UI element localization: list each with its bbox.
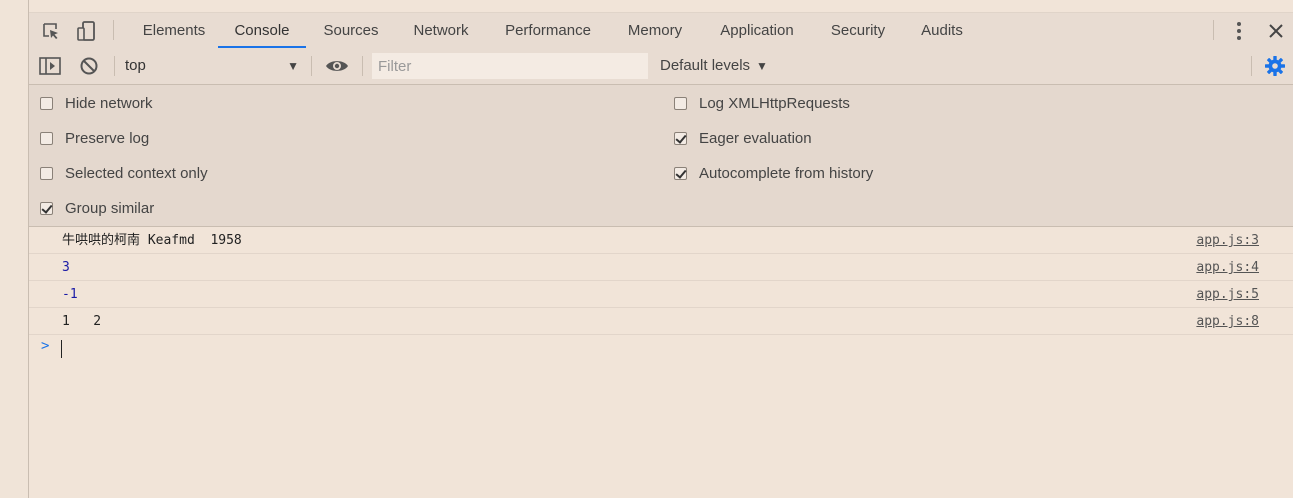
more-options-icon[interactable] xyxy=(1227,19,1251,43)
log-levels-dropdown[interactable]: Default levels ▼ xyxy=(660,54,768,78)
tab-bar-separator xyxy=(1213,20,1214,40)
dropdown-arrow-icon: ▼ xyxy=(287,59,299,73)
tab-elements[interactable]: Elements xyxy=(137,13,211,48)
toolbar-separator xyxy=(311,56,312,76)
console-settings-gear-icon[interactable] xyxy=(1263,54,1287,78)
option-log-xmlhttprequests[interactable]: Log XMLHttpRequests xyxy=(674,93,850,113)
log-levels-label: Default levels xyxy=(660,57,751,74)
console-message: 1 2 app.js:8 xyxy=(29,308,1293,335)
toolbar-separator xyxy=(114,56,115,76)
tab-audits[interactable]: Audits xyxy=(915,13,969,48)
console-settings-pane: Hide network Preserve log Selected conte… xyxy=(29,85,1293,227)
option-autocomplete-from-history[interactable]: Autocomplete from history xyxy=(674,163,873,183)
devtools-tab-bar: Elements Console Sources Network Perform… xyxy=(29,12,1293,49)
option-label: Hide network xyxy=(65,94,153,112)
option-group-similar[interactable]: Group similar xyxy=(40,198,154,218)
option-label: Selected context only xyxy=(65,164,208,182)
dropdown-arrow-icon: ▼ xyxy=(756,59,768,73)
option-label: Group similar xyxy=(65,199,155,217)
console-message: 牛哄哄的柯南 Keafmd 1958 app.js:3 xyxy=(29,227,1293,254)
devtools-panel: Elements Console Sources Network Perform… xyxy=(29,0,1293,498)
tab-memory[interactable]: Memory xyxy=(622,13,688,48)
hide-network-checkbox[interactable] xyxy=(40,96,53,110)
message-source-link[interactable]: app.js:8 xyxy=(1196,308,1259,335)
context-selector[interactable]: top ▼ xyxy=(125,54,303,78)
message-text: -1 xyxy=(62,287,78,302)
toolbar-separator xyxy=(362,56,363,76)
page-left-strip xyxy=(0,0,29,498)
option-preserve-log[interactable]: Preserve log xyxy=(40,128,149,148)
preserve-log-checkbox[interactable] xyxy=(40,131,53,145)
text-caret xyxy=(61,340,62,358)
option-label: Preserve log xyxy=(65,129,150,147)
console-messages: 牛哄哄的柯南 Keafmd 1958 app.js:3 3 app.js:4 -… xyxy=(29,227,1293,361)
tab-performance[interactable]: Performance xyxy=(500,13,596,48)
option-selected-context-only[interactable]: Selected context only xyxy=(40,163,208,183)
message-text: 1 2 xyxy=(62,314,102,329)
close-icon[interactable] xyxy=(1264,19,1288,43)
show-sidebar-icon[interactable] xyxy=(38,54,62,78)
tab-console[interactable]: Console xyxy=(218,13,306,48)
tab-sources[interactable]: Sources xyxy=(319,13,383,48)
console-toolbar: top ▼ Default levels ▼ xyxy=(29,48,1293,85)
live-expression-eye-icon[interactable] xyxy=(325,54,349,78)
tab-network[interactable]: Network xyxy=(407,13,475,48)
device-toolbar-icon[interactable] xyxy=(75,19,99,43)
option-eager-evaluation[interactable]: Eager evaluation xyxy=(674,128,812,148)
context-value: top xyxy=(125,57,146,74)
tab-security[interactable]: Security xyxy=(827,13,889,48)
tab-bar-separator xyxy=(113,20,114,40)
autocomplete-from-history-checkbox[interactable] xyxy=(674,166,687,180)
message-source-link[interactable]: app.js:4 xyxy=(1196,254,1259,281)
tab-application[interactable]: Application xyxy=(714,13,800,48)
console-prompt[interactable]: > xyxy=(29,335,1293,361)
option-label: Log XMLHttpRequests xyxy=(699,94,850,112)
prompt-chevron-icon: > xyxy=(41,338,50,354)
clear-console-icon[interactable] xyxy=(77,54,101,78)
inspect-element-icon[interactable] xyxy=(39,19,63,43)
option-hide-network[interactable]: Hide network xyxy=(40,93,153,113)
selected-context-only-checkbox[interactable] xyxy=(40,166,53,180)
toolbar-separator xyxy=(1251,56,1252,76)
option-label: Autocomplete from history xyxy=(699,164,874,182)
console-message: -1 app.js:5 xyxy=(29,281,1293,308)
filter-input[interactable] xyxy=(372,53,648,79)
group-similar-checkbox[interactable] xyxy=(40,201,53,215)
message-text: 牛哄哄的柯南 Keafmd 1958 xyxy=(62,233,242,248)
message-text: 3 xyxy=(62,260,70,275)
message-source-link[interactable]: app.js:5 xyxy=(1196,281,1259,308)
console-message: 3 app.js:4 xyxy=(29,254,1293,281)
message-source-link[interactable]: app.js:3 xyxy=(1196,227,1259,254)
log-xmlhttprequests-checkbox[interactable] xyxy=(674,96,687,110)
eager-evaluation-checkbox[interactable] xyxy=(674,131,687,145)
option-label: Eager evaluation xyxy=(699,129,812,147)
